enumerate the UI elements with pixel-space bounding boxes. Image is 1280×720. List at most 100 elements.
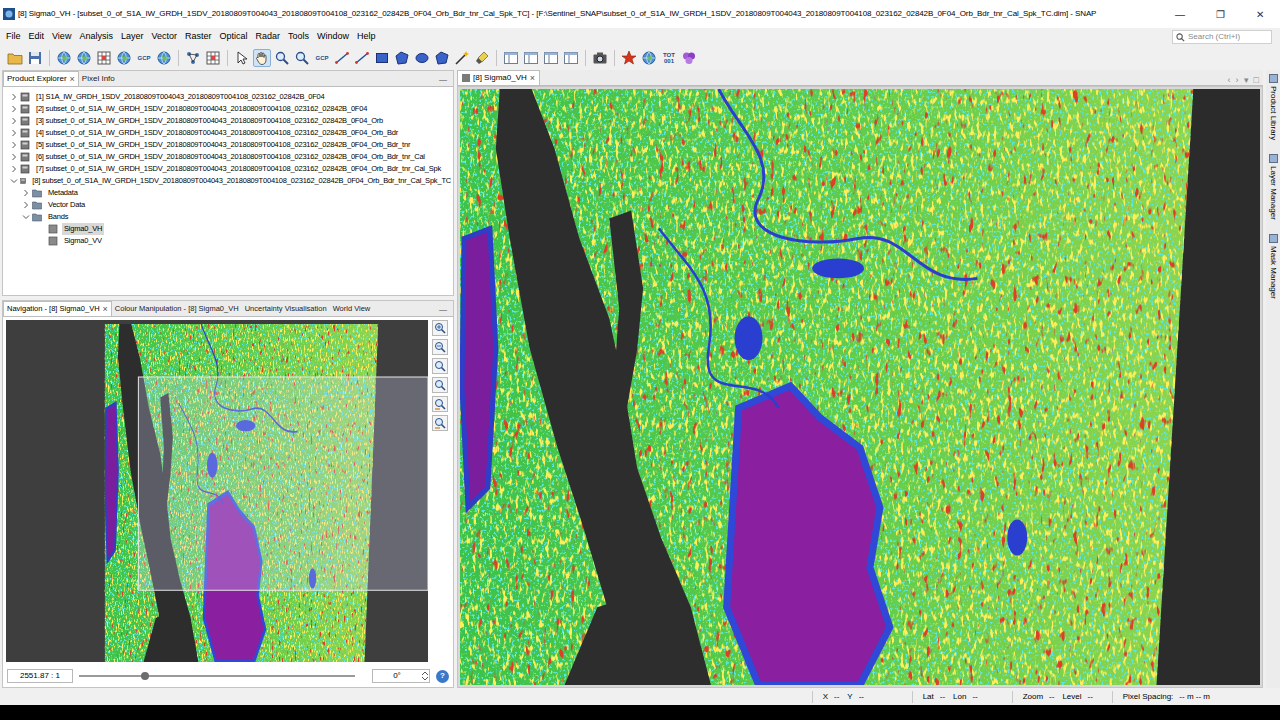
toolbar-button[interactable] (542, 49, 560, 67)
tree-row[interactable]: [5] subset_0_of_S1A_IW_GRDH_1SDV_2018080… (3, 139, 453, 151)
viewport-rectangle[interactable] (138, 377, 428, 590)
menu-item[interactable]: Layer (117, 30, 148, 44)
menu-item[interactable]: Raster (181, 30, 216, 44)
expand-icon[interactable] (10, 93, 18, 101)
minimize-button[interactable]: — (439, 304, 447, 316)
tree-row[interactable]: [4] subset_0_of_S1A_IW_GRDH_1SDV_2018080… (3, 127, 453, 139)
menu-item[interactable]: Optical (215, 30, 251, 44)
expand-icon[interactable] (10, 129, 18, 137)
tree-row[interactable]: [6] subset_0_of_S1A_IW_GRDH_1SDV_2018080… (3, 151, 453, 163)
side-panel-button[interactable]: Layer Manager (1267, 154, 1279, 220)
navigation-button[interactable] (432, 339, 448, 355)
toolbar-button[interactable] (393, 49, 411, 67)
toolbar-button[interactable] (640, 49, 658, 67)
toolbar-button[interactable] (75, 49, 93, 67)
toolbar-button[interactable]: GCP (135, 49, 153, 67)
tree-row[interactable]: Metadata (3, 187, 453, 199)
menu-item[interactable]: View (48, 30, 75, 44)
toolbar-button[interactable] (293, 49, 311, 67)
toolbar-button[interactable] (353, 49, 371, 67)
navigation-button[interactable] (432, 358, 448, 374)
collapse-icon[interactable] (22, 213, 30, 221)
expand-icon[interactable] (10, 117, 18, 125)
toolbar-button[interactable] (413, 49, 431, 67)
rotation-field[interactable]: 0° (372, 669, 430, 683)
toolbar-button[interactable] (26, 49, 44, 67)
menu-item[interactable]: Vector (147, 30, 181, 44)
window-control[interactable]: ❐ (1200, 0, 1240, 28)
panel-tab[interactable]: Uncertainty Visualisation (242, 301, 330, 316)
tab-nav-button[interactable]: ▾ (1244, 76, 1249, 85)
expand-icon[interactable] (10, 165, 18, 173)
toolbar-button[interactable] (591, 49, 609, 67)
side-panel-button[interactable]: Mask Manager (1267, 234, 1279, 299)
tab-close[interactable]: × (70, 75, 75, 84)
side-panel-button[interactable]: Product Library (1267, 74, 1279, 140)
panel-tab[interactable]: Colour Manipulation - [8] Sigma0_VH (112, 301, 242, 316)
tab-nav-button[interactable]: □ (1254, 76, 1259, 85)
toolbar-button[interactable] (155, 49, 173, 67)
toolbar-button[interactable] (6, 49, 24, 67)
toolbar-button[interactable] (453, 49, 471, 67)
toolbar-button[interactable] (333, 49, 351, 67)
toolbar-button[interactable] (184, 49, 202, 67)
toolbar-button[interactable] (273, 49, 291, 67)
spinner-icon[interactable] (421, 670, 429, 682)
navigation-canvas[interactable] (6, 320, 428, 662)
tree-row[interactable]: [8] subset_0_of_S1A_IW_GRDH_1SDV_2018080… (3, 175, 453, 187)
tab-nav-button[interactable]: ‹ (1228, 76, 1231, 85)
window-control[interactable]: — (1160, 0, 1200, 28)
toolbar-button[interactable] (473, 49, 491, 67)
help-button[interactable]: ? (436, 670, 449, 683)
tree-row[interactable]: Vector Data (3, 199, 453, 211)
tree-row[interactable]: [3] subset_0_of_S1A_IW_GRDH_1SDV_2018080… (3, 115, 453, 127)
toolbar-button[interactable]: TOT 001 (660, 49, 678, 67)
menu-item[interactable]: Edit (25, 30, 49, 44)
toolbar-button[interactable] (373, 49, 391, 67)
image-tab[interactable]: [8] Sigma0_VH× (457, 70, 540, 85)
expand-icon[interactable] (22, 201, 30, 209)
menu-item[interactable]: Tools (284, 30, 313, 44)
tree-row[interactable]: [7] subset_0_of_S1A_IW_GRDH_1SDV_2018080… (3, 163, 453, 175)
toolbar-button[interactable]: GCP (313, 49, 331, 67)
toolbar-button[interactable] (522, 49, 540, 67)
panel-tab[interactable]: Pixel Info (79, 71, 118, 86)
expand-icon[interactable] (22, 189, 30, 197)
navigation-button[interactable] (432, 396, 448, 412)
panel-tab[interactable]: Navigation - [8] Sigma0_VH× (3, 301, 112, 316)
tab-nav-button[interactable]: › (1236, 76, 1239, 85)
navigation-button[interactable] (432, 415, 448, 431)
toolbar-button[interactable] (95, 49, 113, 67)
window-control[interactable]: ✕ (1240, 0, 1280, 28)
menu-item[interactable]: File (2, 30, 25, 44)
menu-item[interactable]: Help (353, 30, 380, 44)
toolbar-button[interactable] (55, 49, 73, 67)
collapse-icon[interactable] (10, 177, 18, 185)
expand-icon[interactable] (10, 153, 18, 161)
search-field[interactable]: Search (Ctrl+I) (1172, 30, 1272, 44)
navigation-button[interactable] (432, 320, 448, 336)
minimize-button[interactable]: — (439, 74, 447, 86)
panel-tab[interactable]: Product Explorer× (3, 71, 79, 86)
zoom-slider[interactable] (79, 671, 355, 681)
toolbar-button[interactable] (233, 49, 251, 67)
menu-item[interactable]: Window (313, 30, 353, 44)
toolbar-button[interactable] (562, 49, 580, 67)
tab-close[interactable]: × (103, 305, 108, 314)
navigation-button[interactable] (432, 377, 448, 393)
slider-thumb[interactable] (141, 672, 149, 680)
toolbar-button[interactable] (115, 49, 133, 67)
tab-close[interactable]: × (530, 74, 535, 83)
tree-row[interactable]: Sigma0_VV (3, 235, 453, 247)
menu-item[interactable]: Analysis (75, 30, 117, 44)
tree-row[interactable]: Bands (3, 211, 453, 223)
zoom-factor-field[interactable]: 2551.87 : 1 (7, 669, 73, 683)
panel-tab[interactable]: World View (330, 301, 374, 316)
tree-row[interactable]: Sigma0_VH (3, 223, 453, 235)
image-canvas[interactable] (460, 89, 1260, 685)
expand-icon[interactable] (10, 141, 18, 149)
toolbar-button[interactable] (433, 49, 451, 67)
toolbar-button[interactable] (204, 49, 222, 67)
menu-item[interactable]: Radar (251, 30, 284, 44)
toolbar-button[interactable] (620, 49, 638, 67)
